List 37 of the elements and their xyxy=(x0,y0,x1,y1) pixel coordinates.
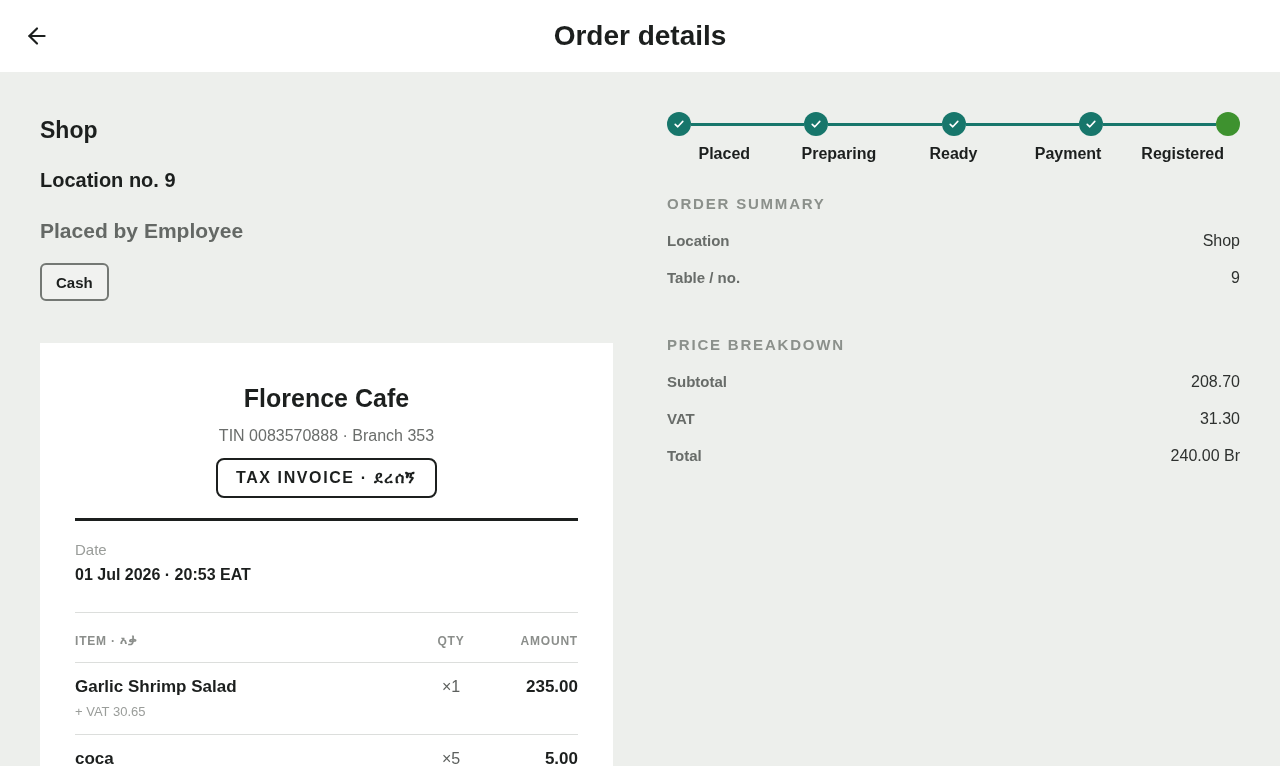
date-label: Date xyxy=(75,540,107,560)
tax-info-text: TIN 0083570888 · Branch 353 xyxy=(218,426,435,446)
business-name: Florence Cafe xyxy=(243,383,410,413)
item-amount: 235.00 xyxy=(525,676,578,698)
step-label: Ready xyxy=(929,144,978,164)
row-label: Subtotal xyxy=(667,373,727,390)
row-value: 208.70 xyxy=(1191,372,1240,391)
step-label: Placed xyxy=(698,144,751,164)
item-quantity: ×5 xyxy=(440,749,462,766)
row-value: 9 xyxy=(1231,268,1240,287)
step-label: Registered xyxy=(1141,144,1225,164)
step-label: Preparing xyxy=(801,144,877,164)
item-amount: 5.00 xyxy=(543,748,578,766)
payment-method-chip: Cash xyxy=(40,263,109,301)
document-type-label: TAX INVOICE · ደረሰኝ xyxy=(215,458,438,498)
row-value: Shop xyxy=(1202,231,1240,250)
shop-title: Shop xyxy=(40,116,98,145)
item-name: Garlic Shrimp Salad xyxy=(75,676,237,698)
column-header: ITEM · እቃ xyxy=(75,633,139,650)
placed-by-text: Placed by Employee xyxy=(40,218,244,244)
page-title: Order details xyxy=(553,20,727,52)
item-name: coca xyxy=(75,748,114,766)
item-quantity: ×1 xyxy=(440,677,462,697)
row-label: VAT xyxy=(667,410,695,427)
date-value: 01 Jul 2026 · 20:53 EAT xyxy=(75,565,251,585)
section-heading: ORDER SUMMARY xyxy=(667,194,826,214)
row-label: Table / no. xyxy=(667,269,741,286)
section-heading: PRICE BREAKDOWN xyxy=(667,335,845,355)
row-label: Location xyxy=(667,232,730,249)
row-value: 31.30 xyxy=(1199,409,1240,428)
row-label: Total xyxy=(667,447,702,464)
step-label: Payment xyxy=(1034,144,1102,164)
row-value: 240.00 Br xyxy=(1170,446,1240,465)
item-vat: + VAT 30.65 xyxy=(75,704,146,720)
column-header: AMOUNT xyxy=(519,633,578,650)
location-number: Location no. 9 xyxy=(40,168,176,193)
column-header: QTY xyxy=(436,633,466,650)
